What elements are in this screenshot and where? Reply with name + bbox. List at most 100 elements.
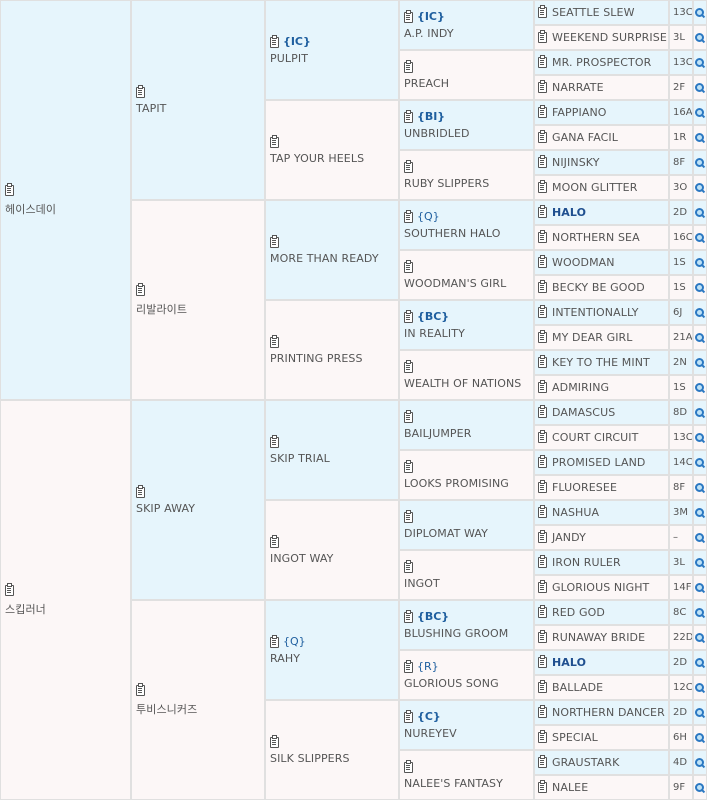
gen5-ancestor[interactable]: RUNAWAY BRIDE xyxy=(534,625,669,650)
horse-name-link[interactable]: 헤이스데이 xyxy=(5,201,130,217)
search-button[interactable] xyxy=(693,425,707,450)
clipboard-icon[interactable] xyxy=(270,434,279,448)
gen4-ancestor[interactable]: BAILJUMPER xyxy=(399,400,534,450)
clipboard-icon[interactable] xyxy=(136,84,145,98)
gen4-ancestor[interactable]: {C} NUREYEV xyxy=(399,700,534,750)
gen2-ancestor[interactable]: 투비스니커즈 xyxy=(131,600,265,800)
search-button[interactable] xyxy=(693,375,707,400)
gen5-ancestor[interactable]: JANDY xyxy=(534,525,669,550)
search-button[interactable] xyxy=(693,75,707,100)
horse-name-link[interactable]: WEEKEND SURPRISE xyxy=(552,31,667,44)
clipboard-icon[interactable] xyxy=(538,780,547,793)
magnifier-icon[interactable] xyxy=(695,457,705,468)
magnifier-icon[interactable] xyxy=(695,157,705,168)
search-button[interactable] xyxy=(693,50,707,75)
magnifier-icon[interactable] xyxy=(695,7,705,18)
clipboard-icon[interactable] xyxy=(270,734,279,748)
magnifier-icon[interactable] xyxy=(695,507,705,518)
horse-name-link[interactable]: 스킵러너 xyxy=(5,601,130,617)
search-button[interactable] xyxy=(693,675,707,700)
gen4-ancestor[interactable]: NALEE'S FANTASY xyxy=(399,750,534,800)
horse-name-link[interactable]: NARRATE xyxy=(552,81,604,94)
clipboard-icon[interactable] xyxy=(404,409,413,423)
horse-name-link[interactable]: IN REALITY xyxy=(404,327,533,340)
clipboard-icon[interactable] xyxy=(538,280,547,293)
horse-name-link[interactable]: NALEE xyxy=(552,781,588,794)
clipboard-icon[interactable] xyxy=(538,130,547,143)
horse-name-link[interactable]: BALLADE xyxy=(552,681,603,694)
horse-name-link[interactable]: NORTHERN SEA xyxy=(552,231,640,244)
gen1-ancestor[interactable]: 스킵러너 xyxy=(0,400,131,800)
search-button[interactable] xyxy=(693,450,707,475)
clipboard-icon[interactable] xyxy=(538,680,547,693)
horse-name-link[interactable]: MR. PROSPECTOR xyxy=(552,56,651,69)
horse-name-link[interactable]: DIPLOMAT WAY xyxy=(404,527,533,540)
magnifier-icon[interactable] xyxy=(695,107,705,118)
magnifier-icon[interactable] xyxy=(695,132,705,143)
gen5-ancestor[interactable]: PROMISED LAND xyxy=(534,450,669,475)
clipboard-icon[interactable] xyxy=(270,334,279,348)
horse-name-link[interactable]: HALO xyxy=(552,656,586,669)
magnifier-icon[interactable] xyxy=(695,357,705,368)
search-button[interactable] xyxy=(693,225,707,250)
horse-name-link[interactable]: INGOT xyxy=(404,577,533,590)
magnifier-icon[interactable] xyxy=(695,732,705,743)
magnifier-icon[interactable] xyxy=(695,182,705,193)
clipboard-icon[interactable] xyxy=(538,705,547,718)
horse-name-link[interactable]: PROMISED LAND xyxy=(552,456,645,469)
clipboard-icon[interactable] xyxy=(538,30,547,43)
clipboard-icon[interactable] xyxy=(270,234,279,248)
gen5-ancestor[interactable]: INTENTIONALLY xyxy=(534,300,669,325)
clipboard-icon[interactable] xyxy=(270,34,279,48)
magnifier-icon[interactable] xyxy=(695,207,705,218)
search-button[interactable] xyxy=(693,500,707,525)
magnifier-icon[interactable] xyxy=(695,82,705,93)
horse-name-link[interactable]: INTENTIONALLY xyxy=(552,306,639,319)
horse-name-link[interactable]: A.P. INDY xyxy=(404,27,533,40)
horse-name-link[interactable]: MOON GLITTER xyxy=(552,181,637,194)
clipboard-icon[interactable] xyxy=(538,505,547,518)
horse-name-link[interactable]: COURT CIRCUIT xyxy=(552,431,638,444)
clipboard-icon[interactable] xyxy=(538,230,547,243)
gen5-ancestor[interactable]: MOON GLITTER xyxy=(534,175,669,200)
magnifier-icon[interactable] xyxy=(695,282,705,293)
clipboard-icon[interactable] xyxy=(404,209,413,223)
clipboard-icon[interactable] xyxy=(404,659,413,673)
gen5-ancestor[interactable]: HALO xyxy=(534,650,669,675)
horse-name-link[interactable]: GANA FACIL xyxy=(552,131,618,144)
horse-name-link[interactable]: KEY TO THE MINT xyxy=(552,356,650,369)
gen3-ancestor[interactable]: SILK SLIPPERS xyxy=(265,700,399,800)
search-button[interactable] xyxy=(693,400,707,425)
gen3-ancestor[interactable]: {IC} PULPIT xyxy=(265,0,399,100)
search-button[interactable] xyxy=(693,550,707,575)
search-button[interactable] xyxy=(693,725,707,750)
clipboard-icon[interactable] xyxy=(404,309,413,323)
search-button[interactable] xyxy=(693,150,707,175)
horse-name-link[interactable]: RUBY SLIPPERS xyxy=(404,177,533,190)
horse-name-link[interactable]: JANDY xyxy=(552,531,586,544)
clipboard-icon[interactable] xyxy=(538,105,547,118)
clipboard-icon[interactable] xyxy=(404,359,413,373)
gen5-ancestor[interactable]: FAPPIANO xyxy=(534,100,669,125)
clipboard-icon[interactable] xyxy=(270,534,279,548)
gen4-ancestor[interactable]: WEALTH OF NATIONS xyxy=(399,350,534,400)
gen3-ancestor[interactable]: TAP YOUR HEELS xyxy=(265,100,399,200)
magnifier-icon[interactable] xyxy=(695,307,705,318)
horse-name-link[interactable]: SPECIAL xyxy=(552,731,598,744)
clipboard-icon[interactable] xyxy=(538,655,547,668)
clipboard-icon[interactable] xyxy=(538,430,547,443)
magnifier-icon[interactable] xyxy=(695,407,705,418)
gen3-ancestor[interactable]: {Q} RAHY xyxy=(265,600,399,700)
horse-name-link[interactable]: PULPIT xyxy=(270,52,398,65)
search-button[interactable] xyxy=(693,325,707,350)
horse-name-link[interactable]: 리발라이트 xyxy=(136,301,264,317)
clipboard-icon[interactable] xyxy=(538,80,547,93)
horse-name-link[interactable]: NALEE'S FANTASY xyxy=(404,777,533,790)
clipboard-icon[interactable] xyxy=(538,630,547,643)
gen5-ancestor[interactable]: NORTHERN SEA xyxy=(534,225,669,250)
clipboard-icon[interactable] xyxy=(5,183,14,196)
horse-name-link[interactable]: SKIP TRIAL xyxy=(270,452,398,465)
gen5-ancestor[interactable]: RED GOD xyxy=(534,600,669,625)
clipboard-icon[interactable] xyxy=(538,180,547,193)
clipboard-icon[interactable] xyxy=(136,683,145,696)
